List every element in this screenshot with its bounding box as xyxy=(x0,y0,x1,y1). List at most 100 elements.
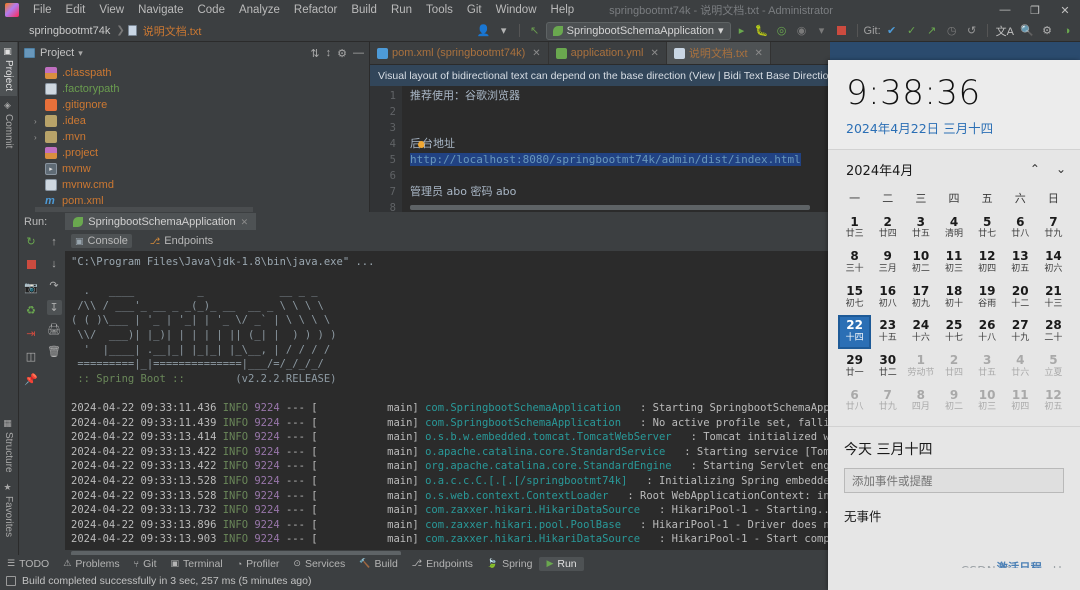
run-coverage-icon[interactable]: ◎ xyxy=(773,22,791,40)
run-configuration-selector[interactable]: SpringbootSchemaApplication ▾ xyxy=(545,21,731,40)
layout-icon[interactable]: ◫ xyxy=(24,349,39,364)
tree-node[interactable]: .factorypath xyxy=(19,81,369,97)
git-update-icon[interactable]: ✔ xyxy=(883,22,901,40)
calendar-day-cell[interactable]: 9 初二 xyxy=(937,385,970,419)
bottom-tool-todo[interactable]: ☰ TODO xyxy=(0,557,56,571)
bottom-tool-git[interactable]: ⑂ Git xyxy=(127,557,164,571)
chevron-down-icon[interactable]: ▾ xyxy=(78,48,83,59)
collapse-all-icon[interactable]: ↕ xyxy=(326,47,332,60)
calendar-day-cell[interactable]: 23 十五 xyxy=(871,315,904,349)
tree-node[interactable]: .gitignore xyxy=(19,97,369,113)
breadcrumb-file[interactable]: 说明文档.txt xyxy=(140,23,205,39)
calendar-day-cell[interactable]: 25 十七 xyxy=(937,315,970,349)
calendar-day-cell[interactable]: 9 三月 xyxy=(871,246,904,280)
calendar-day-cell[interactable]: 4 廿六 xyxy=(1004,350,1037,384)
person-icon[interactable]: 👤 xyxy=(475,22,493,40)
bottom-tool-endpoints[interactable]: ⎇ Endpoints xyxy=(405,557,480,571)
exit-icon[interactable]: ⇥ xyxy=(24,326,39,341)
calendar-day-cell[interactable]: 8 四月 xyxy=(904,385,937,419)
run-icon[interactable]: ▸ xyxy=(733,22,751,40)
bottom-tool-spring[interactable]: 🍃 Spring xyxy=(480,557,540,571)
print-icon[interactable]: 🖨 xyxy=(47,322,62,337)
settings-gear-icon[interactable]: ⚙ xyxy=(337,47,347,60)
calendar-day-cell[interactable]: 19 谷雨 xyxy=(971,281,1004,315)
calendar-day-cell[interactable]: 4 清明 xyxy=(937,212,970,246)
calendar-day-cell[interactable]: 12 初四 xyxy=(971,246,1004,280)
tree-node[interactable]: m pom.xml xyxy=(19,193,369,207)
run-tab[interactable]: SpringbootSchemaApplication ✕ xyxy=(65,213,257,230)
calendar-day-cell[interactable]: 6 廿八 xyxy=(1004,212,1037,246)
minimize-button[interactable]: — xyxy=(990,0,1020,20)
back-arrow-icon[interactable]: ↖ xyxy=(526,22,544,40)
calendar-day-cell[interactable]: 11 初四 xyxy=(1004,385,1037,419)
menu-item-tools[interactable]: Tools xyxy=(419,2,460,18)
menu-item-window[interactable]: Window xyxy=(489,2,544,18)
git-commit-icon[interactable]: ✓ xyxy=(903,22,921,40)
translate-icon[interactable]: 文A xyxy=(994,22,1016,40)
close-icon[interactable]: ✕ xyxy=(241,217,249,228)
hide-panel-icon[interactable]: — xyxy=(353,47,364,60)
calendar-day-cell[interactable]: 29 廿一 xyxy=(838,350,871,384)
menu-item-analyze[interactable]: Analyze xyxy=(232,2,287,18)
menu-item-git[interactable]: Git xyxy=(460,2,489,18)
calendar-day-cell[interactable]: 26 十八 xyxy=(971,315,1004,349)
menu-item-file[interactable]: File xyxy=(26,2,59,18)
bottom-tool-services[interactable]: ⊙ Services xyxy=(286,557,352,571)
close-icon[interactable]: ✕ xyxy=(650,48,658,59)
settings-gear-icon[interactable]: ⚙ xyxy=(1038,22,1056,40)
menu-item-run[interactable]: Run xyxy=(384,2,419,18)
expand-all-icon[interactable]: ⇅ xyxy=(310,47,319,60)
calendar-day-cell[interactable]: 22 十四 xyxy=(838,315,872,350)
calendar-day-cell[interactable]: 17 初九 xyxy=(904,281,937,315)
calendar-day-cell[interactable]: 12 初五 xyxy=(1037,385,1070,419)
calendar-day-cell[interactable]: 13 初五 xyxy=(1004,246,1037,280)
restart-icon[interactable]: ♻ xyxy=(24,303,39,318)
bottom-tool-build[interactable]: 🔨 Build xyxy=(352,557,405,571)
calendar-day-cell[interactable]: 1 劳动节 xyxy=(904,350,937,384)
stop-icon[interactable] xyxy=(833,22,851,40)
chevron-down-icon[interactable]: ⌄ xyxy=(1056,162,1066,176)
tree-node[interactable]: ▸ mvnw xyxy=(19,161,369,177)
add-event-input[interactable] xyxy=(844,468,1064,494)
menu-item-build[interactable]: Build xyxy=(344,2,384,18)
menu-item-navigate[interactable]: Navigate xyxy=(131,2,190,18)
calendar-day-cell[interactable]: 3 廿五 xyxy=(971,350,1004,384)
chevron-up-icon[interactable]: ⌃ xyxy=(1030,162,1040,176)
editor-text[interactable]: 推荐使用：谷歌浏览器 后台地址 http://localhost:8080/sp… xyxy=(410,86,830,212)
calendar-day-cell[interactable]: 10 初三 xyxy=(971,385,1004,419)
trash-icon[interactable]: 🗑 xyxy=(47,344,62,359)
calendar-day-cell[interactable]: 27 十九 xyxy=(1004,315,1037,349)
stop-icon[interactable] xyxy=(24,257,39,272)
project-tree[interactable]: .classpath .factorypath .gitignore › .idea ›.… xyxy=(19,64,369,207)
calendar-day-cell[interactable]: 18 初十 xyxy=(937,281,970,315)
rerun-icon[interactable]: ↻ xyxy=(24,234,39,249)
calendar-day-cell[interactable]: 14 初六 xyxy=(1037,246,1070,280)
calendar-day-cell[interactable]: 6 廿八 xyxy=(838,385,871,419)
menu-item-view[interactable]: View xyxy=(92,2,131,18)
menu-item-help[interactable]: Help xyxy=(544,2,582,18)
tree-node[interactable]: .classpath xyxy=(19,65,369,81)
code-editor[interactable]: 123456789 推荐使用：谷歌浏览器 后台地址 http://localho… xyxy=(370,86,830,212)
tool-strip-structure[interactable]: ▦ Structure xyxy=(0,414,17,478)
breadcrumb-project[interactable]: springbootmt74k xyxy=(26,25,113,37)
profile-icon[interactable]: ◉ xyxy=(793,22,811,40)
calendar-grid[interactable]: 一二三四五六日 1 廿三 2 廿四 3 廿五 4 清明 5 廿七 6 廿八 7 廿九 8 三十 9 三月 10 初二 11… xyxy=(828,185,1080,423)
calendar-day-cell[interactable]: 7 廿九 xyxy=(1037,212,1070,246)
calendar-day-cell[interactable]: 16 初八 xyxy=(871,281,904,315)
console-tab-console[interactable]: ▣ Console xyxy=(71,234,132,248)
calendar-day-cell[interactable]: 2 廿四 xyxy=(937,350,970,384)
menu-item-edit[interactable]: Edit xyxy=(59,2,93,18)
tree-node[interactable]: mvnw.cmd xyxy=(19,177,369,193)
selected-url-text[interactable]: http://localhost:8080/springbootmt74k/ad… xyxy=(410,153,801,166)
calendar-day-cell[interactable]: 7 廿九 xyxy=(871,385,904,419)
calendar-day-cell[interactable]: 1 廿三 xyxy=(838,212,871,246)
editor-horizontal-scrollbar[interactable] xyxy=(410,205,810,210)
git-revert-icon[interactable]: ↺ xyxy=(963,22,981,40)
console-output[interactable]: "C:\Program Files\Java\jdk-1.8\bin\java.… xyxy=(65,251,830,550)
expand-arrow-icon[interactable]: › xyxy=(34,117,45,126)
bottom-tool-run[interactable]: ▶ Run xyxy=(539,556,584,571)
expand-arrow-icon[interactable]: › xyxy=(34,133,45,142)
tool-strip-favorites[interactable]: ★ Favorites xyxy=(0,478,17,542)
close-icon[interactable]: ✕ xyxy=(755,48,763,59)
calendar-day-cell[interactable]: 5 廿七 xyxy=(971,212,1004,246)
